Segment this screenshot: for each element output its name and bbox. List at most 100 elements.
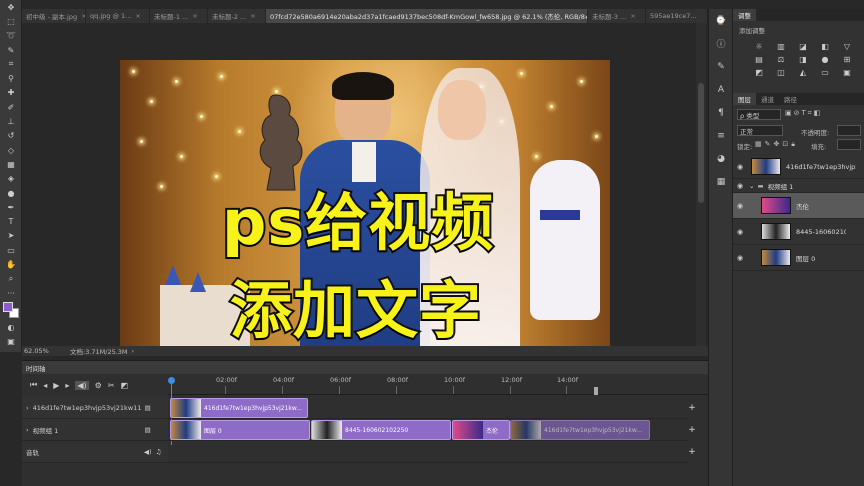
type-tool-icon[interactable]: T	[0, 214, 22, 228]
timeline-clip[interactable]: 8445-160602102250	[311, 420, 451, 440]
move-tool-icon[interactable]: ✥	[0, 0, 22, 14]
play-icon[interactable]: ▶	[53, 381, 59, 390]
close-icon[interactable]: ×	[135, 12, 140, 20]
visibility-eye-icon[interactable]: ◉	[733, 202, 747, 210]
add-media-button[interactable]: +	[685, 423, 699, 437]
tab-doc-1[interactable]: 初中级 - 副本.jpg×	[22, 9, 86, 23]
mute-icon[interactable]: ◀)	[144, 448, 152, 456]
prev-frame-icon[interactable]: ◂	[43, 381, 47, 390]
tab-paths[interactable]: 路径	[779, 93, 802, 105]
history-icon[interactable]: ⌚	[709, 9, 733, 32]
timeline-clip[interactable]: 图层 0	[170, 420, 310, 440]
status-arrow-icon[interactable]: ›	[128, 347, 135, 355]
photo-filter-icon[interactable]: ●	[817, 54, 833, 65]
brightness-icon[interactable]: ☼	[751, 41, 767, 52]
history-brush-tool-icon[interactable]: ↺	[0, 129, 22, 143]
posterize-icon[interactable]: ◫	[773, 67, 789, 78]
exposure-icon[interactable]: ◧	[817, 41, 833, 52]
tab-doc-active[interactable]: 07fcd72e580a6914e20aba2d37a1fcaed9137bec…	[266, 9, 588, 23]
shape-tool-icon[interactable]: ▭	[0, 243, 22, 257]
close-icon[interactable]: ×	[192, 12, 197, 20]
vibrance-icon[interactable]: ▽	[839, 41, 855, 52]
tab-doc-2[interactable]: qq.jpg @ 1... ×	[86, 9, 150, 23]
vertical-scrollbar[interactable]	[696, 23, 706, 346]
hue-saturation-icon[interactable]: ▤	[751, 54, 767, 65]
crop-tool-icon[interactable]: ⌗	[0, 57, 22, 71]
swatches-icon[interactable]: ▦	[709, 170, 733, 193]
curves-icon[interactable]: ◪	[795, 41, 811, 52]
tab-adjustments[interactable]: 调整	[733, 9, 756, 21]
tab-channels[interactable]: 通道	[756, 93, 779, 105]
track-label-audio[interactable]: 音轨 ◀) ♫	[22, 441, 168, 463]
blur-tool-icon[interactable]: ◈	[0, 172, 22, 186]
zoom-level[interactable]: 62.05%	[22, 347, 66, 355]
first-frame-icon[interactable]: ⏮	[30, 380, 37, 390]
audio-icon[interactable]: ◀)	[75, 380, 89, 390]
visibility-eye-icon[interactable]: ◉	[733, 163, 747, 171]
zoom-tool-icon[interactable]: ⌕	[0, 272, 22, 286]
healing-tool-icon[interactable]: ✚	[0, 86, 22, 100]
selective-color-icon[interactable]: ▣	[839, 67, 855, 78]
layer-row[interactable]: ◉ 416d1fe7tw1ep3hvjp53vj21kw11zql0...	[733, 155, 864, 179]
visibility-eye-icon[interactable]: ◉	[733, 254, 747, 262]
paragraph-icon[interactable]: ¶	[709, 101, 733, 124]
stamp-tool-icon[interactable]: ⊥	[0, 114, 22, 128]
brush-settings-icon[interactable]: ✎	[709, 55, 733, 78]
levels-icon[interactable]: ▥	[773, 41, 789, 52]
more-tools-icon[interactable]: ···	[0, 286, 22, 300]
film-icon[interactable]: ▤	[145, 404, 151, 412]
film-icon[interactable]: ▤	[145, 426, 151, 434]
channel-mixer-icon[interactable]: ⊞	[839, 54, 855, 65]
filter-icons[interactable]: ▣⊘T⌗◧	[785, 109, 822, 118]
gradient-tool-icon[interactable]: ▦	[0, 157, 22, 171]
color-swatches[interactable]	[0, 300, 22, 320]
layer-row-selected[interactable]: ◉ 杰伦	[733, 193, 864, 219]
add-media-button[interactable]: +	[685, 401, 699, 415]
threshold-icon[interactable]: ◭	[795, 67, 811, 78]
work-area-end-handle[interactable]	[594, 387, 598, 395]
close-icon[interactable]: ×	[630, 12, 635, 20]
lasso-tool-icon[interactable]: ➰	[0, 29, 22, 43]
brush-tool-icon[interactable]: ✐	[0, 100, 22, 114]
layer-row[interactable]: ◉ 8445-160602102250	[733, 219, 864, 245]
next-frame-icon[interactable]: ▸	[65, 381, 69, 390]
lock-icons[interactable]: ▦✎✥⊡🔒︎	[755, 140, 798, 149]
document-image[interactable]: ps给视频 添加文字	[120, 60, 610, 347]
tab-layers[interactable]: 图层	[733, 93, 756, 105]
layer-filter-kind[interactable]: ρ 类型	[737, 109, 781, 120]
expand-chevron-icon[interactable]: ›	[26, 404, 29, 412]
close-icon[interactable]: ×	[250, 12, 255, 20]
visibility-eye-icon[interactable]: ◉	[733, 182, 747, 190]
path-select-tool-icon[interactable]: ➤	[0, 229, 22, 243]
color-balance-icon[interactable]: ⚖	[773, 54, 789, 65]
invert-icon[interactable]: ◩	[751, 67, 767, 78]
eraser-tool-icon[interactable]: ◇	[0, 143, 22, 157]
character-icon[interactable]: A	[709, 78, 733, 101]
settings-icon[interactable]: ⚙	[95, 381, 102, 390]
blend-mode-select[interactable]: 正常	[737, 125, 783, 136]
tab-doc-4[interactable]: 未标题-2 ... ×	[208, 9, 266, 23]
tab-doc-6[interactable]: 未标题-3 ... ×	[588, 9, 646, 23]
properties-icon[interactable]: ≡	[709, 124, 733, 147]
track-label-1[interactable]: › 416d1fe7tw1ep3hvjp53vj21kw11zql0... ▤	[22, 397, 168, 419]
split-scissors-icon[interactable]: ✂	[108, 381, 115, 390]
gradient-map-icon[interactable]: ▭	[817, 67, 833, 78]
chevron-down-icon[interactable]: ⌄	[749, 182, 754, 190]
layer-row[interactable]: ◉ 图层 0	[733, 245, 864, 271]
expand-chevron-icon[interactable]: ›	[26, 426, 29, 434]
tab-doc-7[interactable]: 595ae19ce7...	[646, 9, 708, 23]
timeline-clip[interactable]: 416d1fe7tw1ep3hvjp53vj21kw...	[170, 398, 308, 418]
black-white-icon[interactable]: ◨	[795, 54, 811, 65]
foreground-color-swatch[interactable]	[3, 302, 13, 313]
layer-group-row[interactable]: ◉ ⌄ ▬ 视频组 1	[733, 179, 864, 193]
add-audio-button[interactable]: +	[685, 445, 699, 459]
timeline-clip[interactable]: 杰伦	[452, 420, 510, 440]
fill-input[interactable]	[837, 139, 861, 150]
color-icon[interactable]: ◕	[709, 147, 733, 170]
timeline-clip-ghost[interactable]: 416d1fe7tw1ep3hvjp53vj21kw...	[510, 420, 650, 440]
quick-mask-icon[interactable]: ◐	[0, 320, 22, 334]
dodge-tool-icon[interactable]: ●	[0, 186, 22, 200]
timeline-ruler[interactable]: 02:00f 04:00f 06:00f 08:00f 10:00f 12:00…	[168, 375, 708, 395]
tab-doc-3[interactable]: 未标题-1 ... ×	[150, 9, 208, 23]
marquee-tool-icon[interactable]: ⬚	[0, 14, 22, 28]
